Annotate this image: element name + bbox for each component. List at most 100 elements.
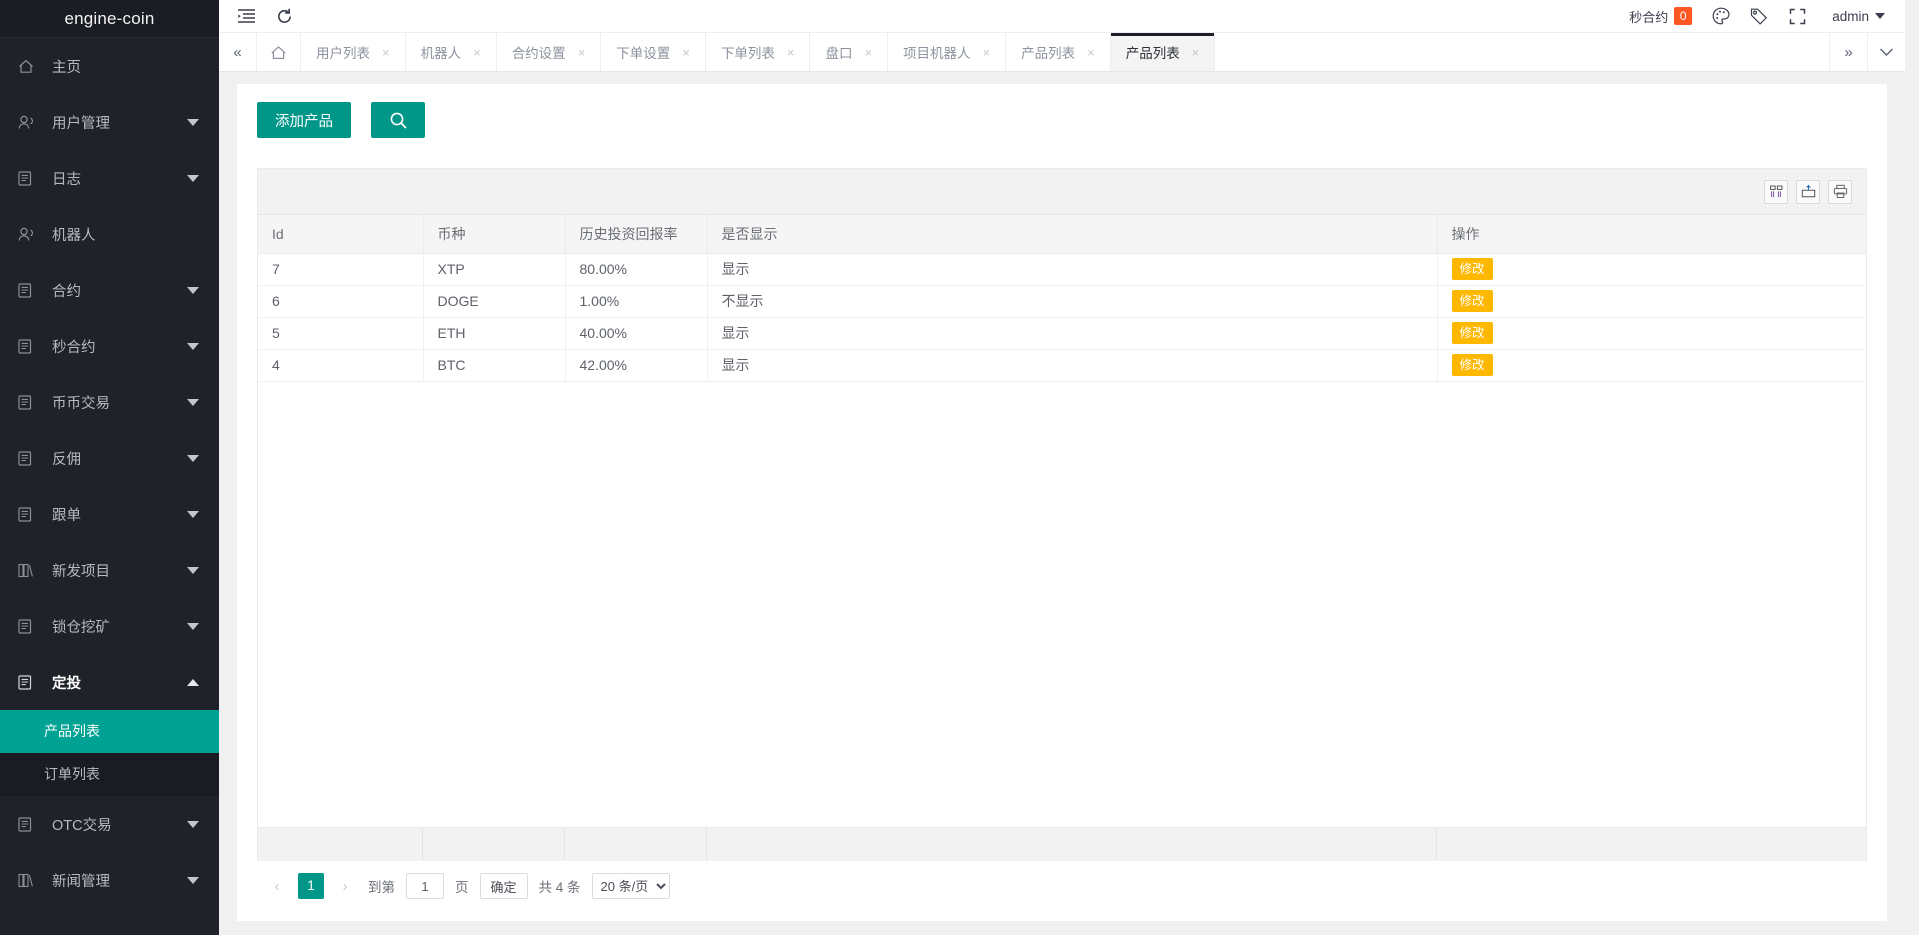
close-icon[interactable]: × bbox=[983, 45, 991, 60]
table-head: Id 币种 历史投资回报率 是否显示 操作 bbox=[258, 215, 1866, 253]
columns-icon[interactable] bbox=[1764, 180, 1788, 204]
next-page-button[interactable]: › bbox=[333, 873, 357, 899]
tab-order-list[interactable]: 下单列表 × bbox=[706, 33, 811, 71]
goto-page-input[interactable] bbox=[406, 873, 444, 899]
home-outline-icon[interactable] bbox=[257, 33, 301, 71]
table-empty-space bbox=[258, 382, 1866, 828]
fullscreen-icon[interactable] bbox=[1778, 0, 1816, 33]
goto-suffix-label: 页 bbox=[453, 876, 471, 896]
product-list-panel: 添加产品 bbox=[237, 84, 1887, 921]
tab-project-robot[interactable]: 项目机器人 × bbox=[888, 33, 1006, 71]
tab-robot[interactable]: 机器人 × bbox=[406, 33, 497, 71]
close-icon[interactable]: × bbox=[578, 45, 586, 60]
total-count-label: 共 4 条 bbox=[537, 876, 583, 896]
export-icon[interactable] bbox=[1796, 180, 1820, 204]
search-button[interactable] bbox=[371, 102, 425, 138]
sidebar-item-label: 用户管理 bbox=[52, 112, 187, 133]
tab-bar: « 用户列表 × 机器人 × 合约设置 × 下单设置 bbox=[219, 33, 1905, 72]
tab-order-book[interactable]: 盘口 × bbox=[810, 33, 888, 71]
content-area: 添加产品 bbox=[219, 72, 1905, 935]
edit-button[interactable]: 修改 bbox=[1452, 258, 1493, 280]
close-icon[interactable]: × bbox=[682, 45, 690, 60]
sidebar-item-spot-trading[interactable]: 币币交易 bbox=[0, 374, 219, 430]
cell-action: 修改 bbox=[1437, 253, 1866, 285]
cell-visible: 显示 bbox=[707, 253, 1437, 285]
tab-product-list[interactable]: 产品列表 × bbox=[1006, 33, 1111, 71]
sidebar-item-otc-trading[interactable]: OTC交易 bbox=[0, 796, 219, 852]
user-menu[interactable]: admin bbox=[1816, 9, 1891, 24]
sidebar-item-second-contract[interactable]: 秒合约 bbox=[0, 318, 219, 374]
close-icon[interactable]: × bbox=[473, 45, 481, 60]
palette-icon[interactable] bbox=[1702, 0, 1740, 33]
tab-order-settings[interactable]: 下单设置 × bbox=[601, 33, 706, 71]
confirm-page-button[interactable]: 确定 bbox=[480, 873, 528, 899]
edit-button[interactable]: 修改 bbox=[1452, 322, 1493, 344]
sidebar-item-fixed-investment[interactable]: 定投 bbox=[0, 654, 219, 710]
table-header-row: Id 币种 历史投资回报率 是否显示 操作 bbox=[258, 215, 1866, 253]
close-icon[interactable]: × bbox=[1192, 45, 1200, 60]
sidebar-subitem-order-list[interactable]: 订单列表 bbox=[0, 753, 219, 796]
prev-page-button[interactable]: ‹ bbox=[265, 873, 289, 899]
refresh-icon[interactable] bbox=[265, 0, 303, 33]
sidebar-item-label: OTC交易 bbox=[52, 814, 187, 835]
close-icon[interactable]: × bbox=[1087, 45, 1095, 60]
sidebar-item-home[interactable]: 主页 bbox=[0, 38, 219, 94]
tab-contract-settings[interactable]: 合约设置 × bbox=[497, 33, 602, 71]
table-row[interactable]: 5 ETH 40.00% 显示 修改 bbox=[258, 317, 1866, 349]
tab-product-list-active[interactable]: 产品列表 × bbox=[1111, 33, 1216, 71]
table-row[interactable]: 4 BTC 42.00% 显示 修改 bbox=[258, 349, 1866, 381]
doc-icon bbox=[18, 618, 40, 634]
chevron-down-icon bbox=[187, 511, 199, 518]
sidebar-item-label: 新闻管理 bbox=[52, 870, 187, 891]
tab-user-list[interactable]: 用户列表 × bbox=[301, 33, 406, 71]
print-icon[interactable] bbox=[1828, 180, 1852, 204]
chevron-down-icon bbox=[187, 119, 199, 126]
edit-button[interactable]: 修改 bbox=[1452, 290, 1493, 312]
table-row[interactable]: 7 XTP 80.00% 显示 修改 bbox=[258, 253, 1866, 285]
page-number-1[interactable]: 1 bbox=[298, 873, 324, 899]
sidebar-item-news-management[interactable]: 新闻管理 bbox=[0, 852, 219, 908]
edit-button[interactable]: 修改 bbox=[1452, 354, 1493, 376]
pagination: ‹ 1 › 到第 页 确定 共 4 条 20 条/页 bbox=[257, 861, 1867, 911]
cell-id: 7 bbox=[258, 253, 423, 285]
user-icon bbox=[18, 226, 40, 242]
add-product-button[interactable]: 添加产品 bbox=[257, 102, 351, 138]
sidebar-item-new-projects[interactable]: 新发项目 bbox=[0, 542, 219, 598]
close-icon[interactable]: × bbox=[787, 45, 795, 60]
sidebar-item-copy-trading[interactable]: 跟单 bbox=[0, 486, 219, 542]
sidebar-item-logs[interactable]: 日志 bbox=[0, 150, 219, 206]
cell-id: 6 bbox=[258, 285, 423, 317]
cell-action: 修改 bbox=[1437, 349, 1866, 381]
sidebar: engine-coin 主页 用户管理 日志 bbox=[0, 0, 219, 935]
book-icon bbox=[18, 562, 40, 578]
main-area: 秒合约 0 admin « bbox=[219, 0, 1905, 935]
footer-cell-coin bbox=[423, 828, 565, 861]
cell-roi: 80.00% bbox=[565, 253, 707, 285]
sidebar-item-contract[interactable]: 合约 bbox=[0, 262, 219, 318]
header-actions: 秒合约 0 admin bbox=[1619, 0, 1905, 33]
close-icon[interactable]: × bbox=[382, 45, 390, 60]
column-header-roi: 历史投资回报率 bbox=[565, 215, 707, 253]
table-row[interactable]: 6 DOGE 1.00% 不显示 修改 bbox=[258, 285, 1866, 317]
sidebar-item-lock-mining[interactable]: 锁仓挖矿 bbox=[0, 598, 219, 654]
close-icon[interactable]: × bbox=[864, 45, 872, 60]
menu-fold-icon[interactable] bbox=[227, 0, 265, 33]
chevron-up-icon bbox=[187, 679, 199, 686]
page-size-select[interactable]: 20 条/页 bbox=[592, 873, 670, 899]
sidebar-menu: 主页 用户管理 日志 机器人 bbox=[0, 38, 219, 908]
sidebar-item-label: 币币交易 bbox=[52, 392, 187, 413]
action-bar: 添加产品 bbox=[257, 102, 1867, 138]
sidebar-item-rebate[interactable]: 反佣 bbox=[0, 430, 219, 486]
sidebar-subitem-product-list[interactable]: 产品列表 bbox=[0, 710, 219, 753]
tag-icon[interactable] bbox=[1740, 0, 1778, 33]
sidebar-item-robot[interactable]: 机器人 bbox=[0, 206, 219, 262]
cell-coin: ETH bbox=[423, 317, 565, 349]
chevron-double-right-icon[interactable]: » bbox=[1829, 33, 1867, 71]
sidebar-item-user-management[interactable]: 用户管理 bbox=[0, 94, 219, 150]
chevron-double-left-icon[interactable]: « bbox=[219, 33, 257, 71]
quick-second-contract[interactable]: 秒合约 0 bbox=[1619, 7, 1702, 26]
product-table: Id 币种 历史投资回报率 是否显示 操作 7 XTP 80.0 bbox=[258, 215, 1866, 382]
chevron-down-icon[interactable] bbox=[1867, 33, 1905, 71]
sidebar-item-label: 反佣 bbox=[52, 448, 187, 469]
tab-label: 项目机器人 bbox=[903, 42, 971, 62]
